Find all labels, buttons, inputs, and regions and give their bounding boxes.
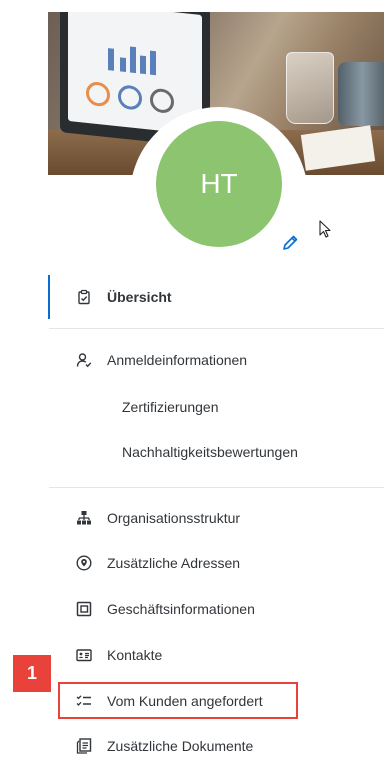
nav-label-credentials: Anmeldeinformationen — [107, 352, 248, 368]
nav-item-certifications[interactable]: Zertifizierungen — [48, 392, 384, 422]
nav-label-contacts: Kontakte — [107, 647, 163, 663]
nav-item-overview[interactable]: Übersicht — [48, 282, 384, 312]
glass-image — [286, 52, 334, 124]
documents-icon — [76, 738, 92, 754]
nav-item-documents[interactable]: Zusätzliche Dokumente — [48, 731, 384, 761]
org-chart-icon — [76, 510, 92, 526]
nav-item-business-info[interactable]: Geschäftsinformationen — [48, 594, 384, 624]
nav-label-sustainability: Nachhaltigkeitsbewertungen — [122, 444, 298, 460]
nav-label-org-structure: Organisationsstruktur — [107, 510, 241, 526]
map-pin-icon — [76, 555, 92, 571]
clipboard-check-icon — [76, 289, 92, 305]
divider — [49, 487, 384, 488]
nav-label-business-info: Geschäftsinformationen — [107, 601, 255, 617]
nav-label-overview: Übersicht — [107, 289, 172, 305]
highlight-box — [58, 682, 298, 719]
nav-item-addresses[interactable]: Zusätzliche Adressen — [48, 548, 384, 578]
divider — [49, 328, 384, 329]
nav-item-sustainability[interactable]: Nachhaltigkeitsbewertungen — [48, 437, 384, 467]
nav-item-org-structure[interactable]: Organisationsstruktur — [48, 503, 384, 533]
nav-label-certifications: Zertifizierungen — [122, 399, 219, 415]
avatar: HT — [156, 121, 282, 247]
nav-item-contacts[interactable]: Kontakte — [48, 640, 384, 670]
nav-item-credentials[interactable]: Anmeldeinformationen — [48, 345, 384, 375]
callout-badge: 1 — [13, 655, 51, 692]
mug-image — [338, 62, 384, 126]
mouse-cursor-icon — [319, 220, 331, 238]
left-gutter — [0, 0, 48, 762]
business-card-icon — [76, 601, 92, 617]
pencil-icon — [283, 235, 298, 250]
nav-label-documents: Zusätzliche Dokumente — [107, 738, 254, 754]
contact-card-icon — [76, 647, 92, 663]
nav-label-addresses: Zusätzliche Adressen — [107, 555, 241, 571]
edit-avatar-button[interactable] — [278, 231, 302, 255]
person-check-icon — [76, 352, 92, 368]
